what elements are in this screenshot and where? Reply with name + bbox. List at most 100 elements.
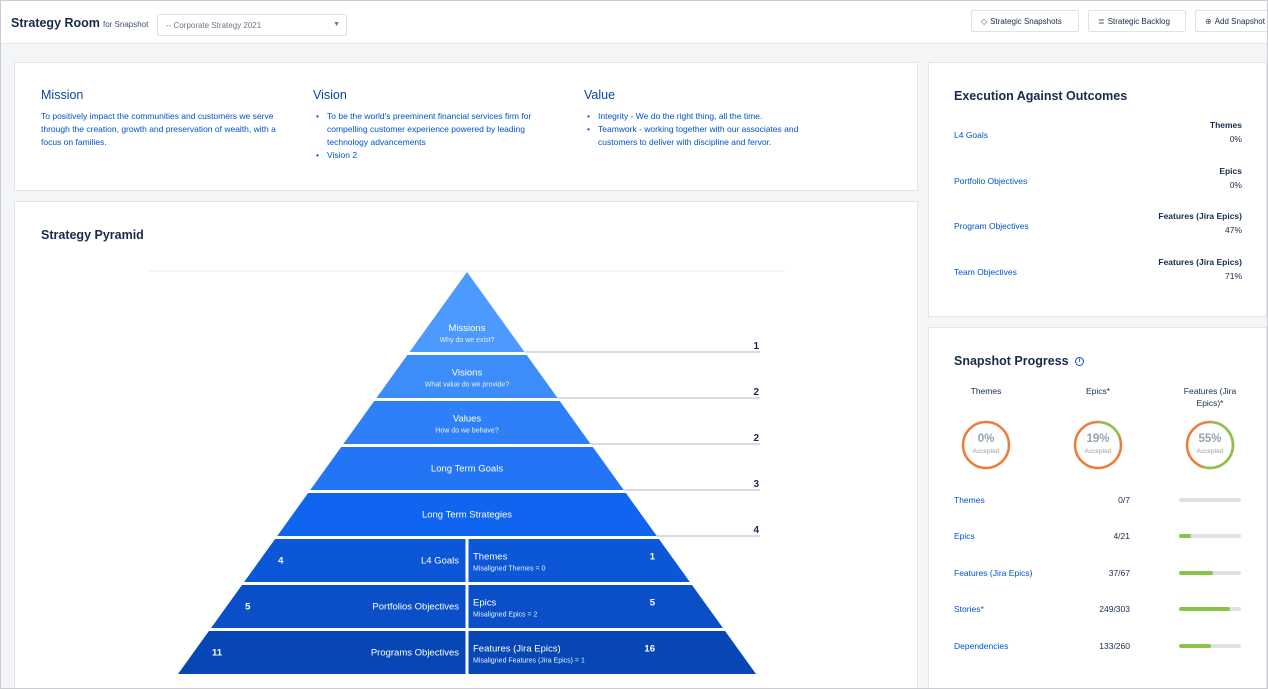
ring-heading: Epics*: [1085, 386, 1111, 396]
pyramid-right-label: Themes: [473, 552, 508, 563]
info-icon[interactable]: i: [1075, 357, 1084, 366]
pyramid-tier-count: 2: [753, 433, 759, 444]
execution-row-percent: 0%: [1229, 180, 1242, 190]
pyramid-right-misaligned: Misaligned Themes = 0: [473, 566, 546, 573]
strategy-pyramid: 1 Missions Why do we exist? 2 Visions What va…: [149, 270, 785, 674]
snapshot-progress-title: Snapshot Progress: [954, 354, 1069, 368]
mission-vision-value-panel: Mission To positively impact the communi…: [14, 62, 918, 191]
ring-column-features: Features (Jira Epics)* 55% Accepted: [1160, 385, 1260, 471]
progress-row-value: 4/21: [1113, 531, 1130, 541]
execution-against-outcomes-panel: Execution Against Outcomes L4 Goals Them…: [928, 62, 1267, 317]
progress-row-value: 37/67: [1108, 568, 1130, 578]
progress-row-label[interactable]: Dependencies: [954, 641, 1008, 651]
add-snapshot-label: Add Snapshot: [1214, 16, 1265, 26]
execution-row-type: Epics: [1219, 166, 1242, 176]
pyramid-right-misaligned: Misaligned Epics = 2: [473, 612, 538, 619]
execution-row: Portfolio Objectives Epics 0%: [954, 166, 1242, 198]
pyramid-left-label: Portfolios Objectives: [372, 602, 459, 613]
pyramid-right-count: 16: [644, 644, 655, 655]
ring-heading: Features (Jira Epics)*: [1183, 386, 1237, 408]
vision-item: Vision 2: [313, 149, 563, 162]
progress-row-label[interactable]: Features (Jira Epics): [954, 568, 1032, 578]
progress-row: Themes 0/7: [954, 494, 1242, 508]
execution-row: L4 Goals Themes 0%: [954, 120, 1242, 152]
execution-row-label[interactable]: Portfolio Objectives: [954, 176, 1027, 186]
pyramid-tier-label: Missions: [449, 323, 486, 334]
ring-caption: Accepted: [1084, 448, 1112, 455]
chevron-down-icon: ▼: [333, 21, 340, 28]
execution-title: Execution Against Outcomes: [954, 89, 1128, 103]
mission-text: To positively impact the communities and…: [41, 111, 276, 147]
backlog-icon: ≣: [1098, 16, 1105, 26]
execution-row-label[interactable]: Team Objectives: [954, 267, 1017, 277]
pyramid-left-count: 11: [212, 648, 223, 659]
progress-bar: [1179, 534, 1241, 538]
execution-row-percent: 0%: [1229, 134, 1242, 144]
ring-column-epics: Epics* 19% Accepted: [1048, 385, 1148, 471]
progress-row-value: 133/260: [1099, 641, 1130, 651]
strategic-backlog-button[interactable]: ≣ Strategic Backlog: [1088, 10, 1186, 32]
add-icon: ⊕: [1205, 16, 1212, 26]
progress-bar-fill: [1179, 607, 1230, 611]
mission-title: Mission: [41, 88, 84, 102]
progress-row-value: 249/303: [1099, 604, 1130, 614]
progress-bar-fill: [1179, 644, 1211, 648]
strategic-snapshots-label: Strategic Snapshots: [990, 16, 1062, 26]
progress-row: Stories* 249/303: [954, 603, 1242, 617]
for-snapshot-label: for Snapshot: [103, 20, 149, 29]
ring-percent: 55%: [1198, 433, 1222, 445]
progress-bar: [1179, 644, 1241, 648]
pyramid-tier-question: Why do we exist?: [440, 337, 495, 344]
progress-row-label[interactable]: Stories*: [954, 604, 984, 614]
add-snapshot-button[interactable]: ⊕ Add Snapshot: [1195, 10, 1267, 32]
ring-percent: 0%: [977, 433, 995, 445]
value-list: Integrity - We do the right thing, all t…: [584, 110, 834, 149]
pyramid-tier-question: How do we behave?: [435, 428, 499, 435]
strategic-snapshots-button[interactable]: ◇ Strategic Snapshots: [971, 10, 1079, 32]
progress-bar-fill: [1179, 571, 1214, 575]
progress-ring: 0% Accepted: [960, 419, 1012, 471]
strategic-backlog-label: Strategic Backlog: [1107, 16, 1170, 26]
execution-row-type: Features (Jira Epics): [1158, 211, 1242, 221]
execution-row-label[interactable]: Program Objectives: [954, 221, 1029, 231]
diamond-icon: ◇: [981, 16, 988, 26]
pyramid-left-label: L4 Goals: [421, 556, 459, 567]
vision-item: To be the world's preeminent financial s…: [313, 110, 563, 149]
ring-percent: 19%: [1086, 433, 1110, 445]
snapshot-select[interactable]: -- Corporate Strategy 2021 ▼: [157, 14, 347, 36]
snapshot-select-value: -- Corporate Strategy 2021: [166, 21, 262, 30]
pyramid-tier-count: 1: [753, 341, 759, 352]
ring-caption: Accepted: [1196, 448, 1224, 455]
snapshot-progress-panel: Snapshot Progress i Themes 0% Accepted E…: [928, 327, 1267, 688]
ring-column-themes: Themes 0% Accepted: [936, 385, 1036, 471]
progress-row-label[interactable]: Themes: [954, 495, 985, 505]
execution-row-percent: 71%: [1224, 271, 1242, 281]
pyramid-left-label: Programs Objectives: [371, 648, 459, 659]
top-bar: Strategy Room for Snapshot -- Corporate …: [1, 1, 1267, 44]
progress-bar-fill: [1179, 534, 1191, 538]
execution-row-type: Features (Jira Epics): [1158, 257, 1242, 267]
execution-row: Program Objectives Features (Jira Epics)…: [954, 211, 1242, 243]
pyramid-right-label: Epics: [473, 598, 496, 609]
progress-row: Dependencies 133/260: [954, 640, 1242, 654]
value-title: Value: [584, 88, 616, 102]
progress-row-value: 0/7: [1118, 495, 1130, 505]
pyramid-tier-count: 2: [753, 387, 759, 398]
ring-heading: Themes: [970, 386, 1002, 396]
pyramid-right-misaligned: Misaligned Features (Jira Epics) = 1: [473, 658, 585, 665]
ring-caption: Accepted: [972, 448, 1000, 455]
progress-row: Epics 4/21: [954, 530, 1242, 544]
pyramid-tier-label: Long Term Strategies: [422, 510, 512, 521]
page-title: Strategy Room: [11, 16, 100, 30]
execution-row-percent: 47%: [1224, 225, 1242, 235]
progress-row: Features (Jira Epics) 37/67: [954, 567, 1242, 581]
progress-bar: [1179, 607, 1241, 611]
pyramid-tier-label: Visions: [452, 368, 483, 379]
pyramid-tier-question: What value do we provide?: [425, 382, 510, 389]
progress-row-label[interactable]: Epics: [954, 531, 975, 541]
execution-row-label[interactable]: L4 Goals: [954, 130, 988, 140]
pyramid-right-count: 1: [650, 552, 656, 563]
pyramid-right-label: Features (Jira Epics): [473, 644, 561, 655]
progress-ring: 19% Accepted: [1072, 419, 1124, 471]
execution-row: Team Objectives Features (Jira Epics) 71…: [954, 257, 1242, 289]
